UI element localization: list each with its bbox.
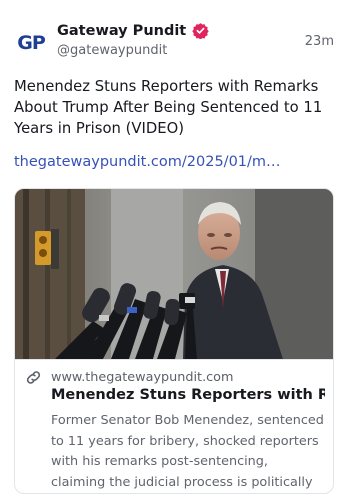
card-domain-row: www.thegatewaypundit.com — [25, 369, 233, 386]
post-link[interactable]: thegatewaypundit.com/2025/01/m… — [14, 154, 336, 170]
author-row: Gateway Pundit — [57, 22, 209, 39]
link-icon — [26, 371, 41, 384]
post-timestamp[interactable]: 23m — [305, 34, 334, 49]
card-image[interactable] — [15, 189, 333, 359]
post: GP Gateway Pundit @gatewaypundit 23m Men… — [0, 0, 348, 500]
card-title[interactable]: Menendez Stuns Reporters with Rem… — [51, 387, 325, 403]
avatar-logo: GP — [17, 32, 46, 54]
post-text: Menendez Stuns Reporters with Remarks Ab… — [14, 78, 323, 137]
card-body[interactable]: www.thegatewaypundit.com Menendez Stuns … — [15, 359, 333, 493]
card-domain: www.thegatewaypundit.com — [51, 370, 234, 385]
display-name[interactable]: Gateway Pundit — [57, 23, 186, 39]
avatar[interactable]: GP — [14, 26, 48, 60]
user-handle[interactable]: @gatewaypundit — [57, 43, 167, 58]
link-preview-card[interactable]: www.thegatewaypundit.com Menendez Stuns … — [14, 188, 334, 494]
card-description: Former Senator Bob Menendez, sentenced t… — [51, 413, 324, 490]
verified-badge-icon — [192, 23, 209, 39]
